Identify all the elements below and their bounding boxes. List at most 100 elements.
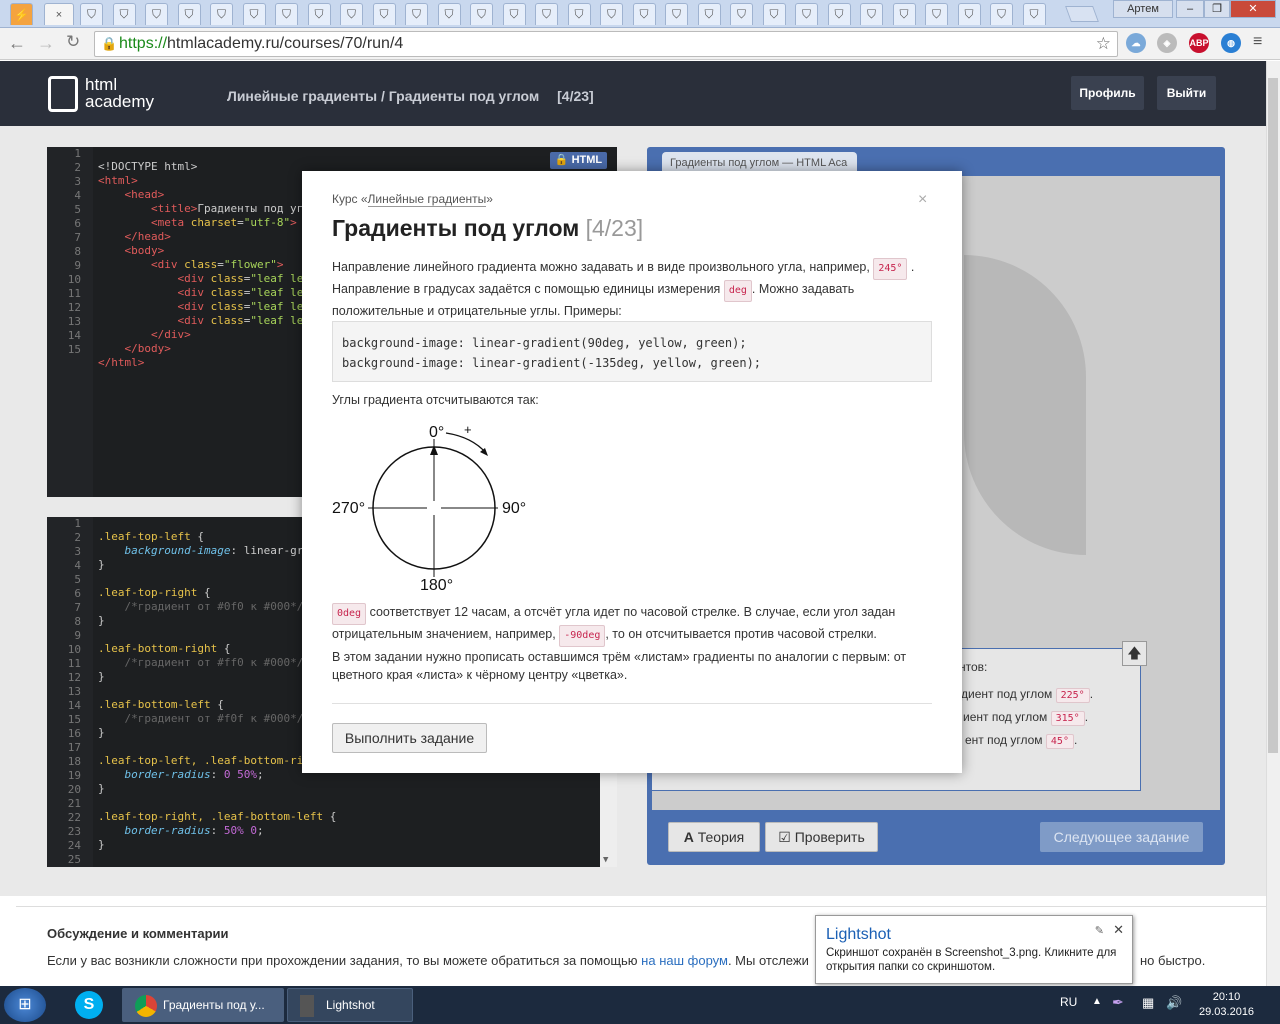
browser-tab[interactable]: ⛉ [697,3,721,25]
line-number: 13 [67,315,81,328]
logo-icon[interactable] [48,76,78,112]
browser-tab[interactable]: ⛉ [795,3,818,25]
browser-tab[interactable]: ⛉ [600,3,623,25]
discussion-title: Обсуждение и комментарии [47,926,229,941]
modal-title: Градиенты под углом [4/23] [332,215,644,241]
forum-link[interactable]: на наш форум [641,953,728,968]
shield-icon: ⛉ [801,7,811,21]
browser-tab[interactable]: ⛉ [860,3,883,25]
close-window-icon[interactable]: ✕ [1230,0,1276,18]
reload-icon[interactable]: ↻ [66,32,80,52]
browser-tab[interactable]: ⛉ [340,3,363,25]
browser-tab[interactable]: ⛉ [210,3,233,25]
next-task-button[interactable]: Следующее задание [1040,822,1203,852]
windows-start-icon[interactable]: ⊞ [4,988,46,1022]
logout-button[interactable]: Выйти [1157,76,1216,110]
globe-extension-icon[interactable]: ◍ [1221,33,1241,53]
line-number: 14 [67,329,81,342]
theory-button[interactable]: A Теория [668,822,760,852]
browser-tab[interactable]: ⛉ [632,3,656,25]
lightshot-tray-icon[interactable]: ✒ [1112,994,1124,1011]
tab-active-close[interactable]: × [44,3,74,25]
pin-icon[interactable]: ✎ [1095,924,1104,937]
shield-icon: ⛉ [736,7,746,21]
tab-favicon-bolt[interactable]: ⚡ [10,3,33,25]
browser-tab[interactable]: ⛉ [535,3,558,25]
profile-button[interactable]: Профиль [1071,76,1144,110]
browser-tab[interactable]: ⛉ [405,3,428,25]
volume-icon[interactable]: 🔊 [1166,995,1182,1011]
browser-tab[interactable]: ⛉ [892,3,916,25]
shield-extension-icon[interactable]: ◈ [1157,33,1177,53]
shield-icon: ⛉ [346,7,356,21]
menu-icon[interactable]: ≡ [1253,33,1262,51]
browser-tab[interactable]: ⛉ [307,3,331,25]
language-indicator[interactable]: RU [1060,995,1077,1009]
cloud-extension-icon[interactable]: ☁ [1126,33,1146,53]
chrome-icon [135,994,157,1017]
browser-tab[interactable]: ⛉ [470,3,493,25]
browser-tab[interactable]: ⛉ [437,3,461,25]
line-number: 20 [67,783,81,796]
back-icon[interactable]: ← [8,33,26,54]
browser-tab[interactable]: ⛉ [242,3,266,25]
lightshot-text: Скриншот сохранён в Screenshot_3.png. Кл… [826,947,1117,973]
browser-tab[interactable]: ⛉ [827,3,851,25]
line-number: 12 [67,301,81,314]
browser-tab[interactable]: ⛉ [925,3,948,25]
line-number: 11 [67,287,81,300]
browser-tab[interactable]: ⛉ [80,3,103,25]
notification-close-icon[interactable]: ✕ [1113,922,1124,938]
shield-icon: ⛉ [866,7,876,21]
logo-text[interactable]: html academy [85,76,154,110]
start-task-button[interactable]: Выполнить задание [332,723,487,753]
modal-course-link[interactable]: Линейные градиенты [367,192,487,207]
browser-tab[interactable]: ⛉ [990,3,1013,25]
browser-tab[interactable]: ⛉ [567,3,591,25]
browser-tab[interactable]: ⛉ [502,3,526,25]
browser-tab[interactable]: ⛉ [145,3,168,25]
discussion-text: Если у вас возникли сложности при прохож… [47,953,809,968]
collapse-task-button[interactable]: 🡅 [1122,641,1147,666]
user-profile-button[interactable]: Артем [1113,0,1173,18]
taskbar-chrome[interactable]: Градиенты под у... [122,988,284,1022]
browser-tab[interactable]: ⛉ [665,3,688,25]
discussion-text-tail: но быстро. [1140,953,1206,968]
forward-icon[interactable]: → [37,33,55,54]
clock[interactable]: 20:10 29.03.2016 [1199,990,1254,1020]
line-number: 9 [74,629,81,642]
taskbar-lightshot[interactable]: Lightshot [287,988,413,1022]
check-button[interactable]: ☑ Проверить [765,822,878,852]
new-tab-button[interactable] [1065,6,1099,22]
modal-close-icon[interactable]: × [918,191,927,209]
skype-icon[interactable]: S [75,991,103,1019]
task-item-2: иент под углом 315°. [963,710,1089,726]
shield-icon: ⛉ [541,7,551,21]
minimize-icon[interactable]: ‒ [1176,0,1204,18]
address-bar[interactable]: 🔒 https://htmlacademy.ru/courses/70/run/… [94,31,1118,57]
line-number: 11 [67,657,81,670]
browser-tab[interactable]: ⛉ [372,3,396,25]
browser-tab[interactable]: ⛉ [762,3,786,25]
adblock-icon[interactable]: ABP [1189,33,1209,53]
network-icon[interactable]: ▦ [1142,995,1154,1011]
tray-expand-icon[interactable]: ▲ [1092,996,1102,1007]
browser-tab[interactable]: ⛉ [957,3,981,25]
browser-tab[interactable]: ⛉ [730,3,753,25]
browser-tab[interactable]: ⛉ [1022,3,1046,25]
breadcrumb-course[interactable]: Линейные градиенты [227,88,377,104]
scroll-down-icon[interactable]: ▼ [603,855,608,865]
shield-icon: ⛉ [639,7,649,21]
restore-icon[interactable]: ❐ [1204,0,1230,18]
breadcrumb: Линейные градиенты / Градиенты под углом… [227,88,594,104]
modal-paragraph-4: В этом задании нужно прописать оставшимс… [332,650,907,682]
browser-tab[interactable]: ⛉ [275,3,298,25]
browser-tab[interactable]: ⛉ [177,3,201,25]
theory-modal: Курс «Линейные градиенты» × Градиенты по… [302,171,962,773]
page-scrollbar-thumb[interactable] [1268,78,1278,753]
shield-icon: ⛉ [151,7,161,21]
bookmark-star-icon[interactable]: ☆ [1096,32,1111,56]
browser-tab[interactable]: ⛉ [112,3,136,25]
shield-icon: ⛉ [379,7,389,21]
url-scheme: https:// [119,35,168,52]
